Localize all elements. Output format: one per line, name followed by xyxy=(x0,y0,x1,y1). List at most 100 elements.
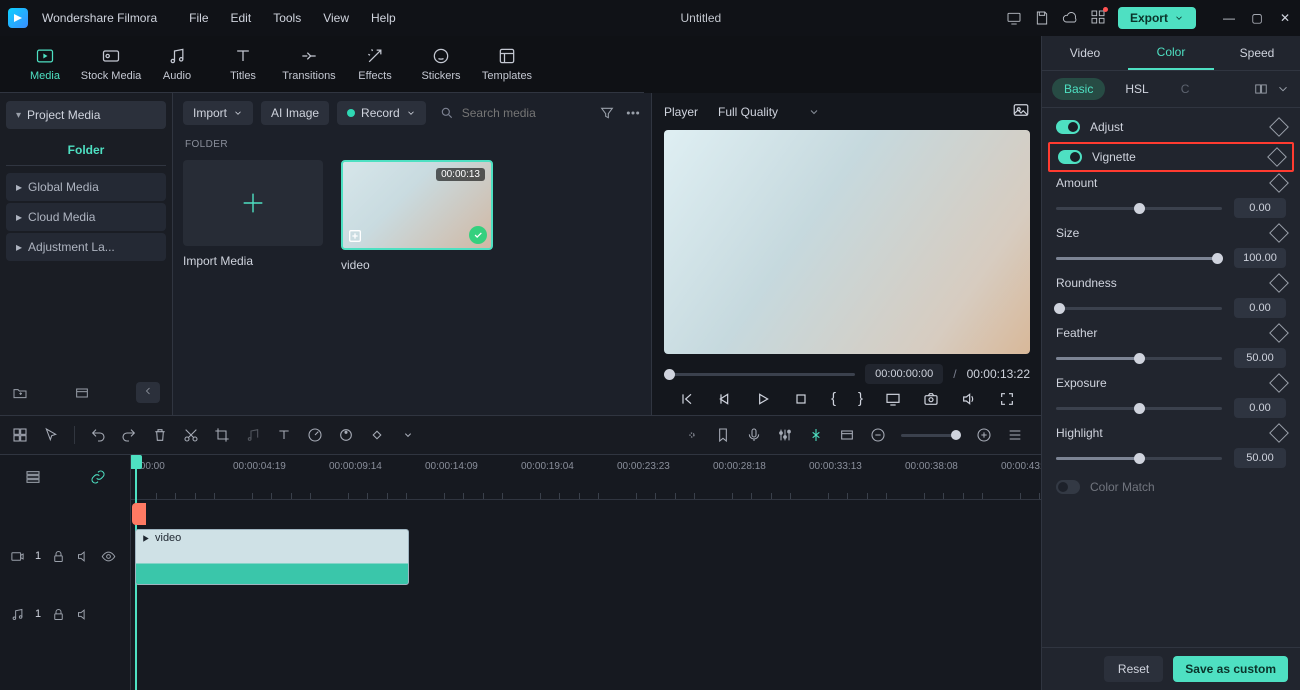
highlight-slider[interactable] xyxy=(1056,457,1222,460)
player-quality-dropdown[interactable]: Full Quality xyxy=(718,105,820,119)
collapse-sidebar-button[interactable] xyxy=(136,382,160,403)
search-input[interactable] xyxy=(460,105,564,121)
sidebar-folder-tab[interactable]: Folder xyxy=(6,135,166,166)
zoom-slider[interactable] xyxy=(901,434,961,437)
menu-edit[interactable]: Edit xyxy=(231,11,252,25)
mark-out-icon[interactable]: } xyxy=(858,390,863,407)
tab-effects[interactable]: Effects xyxy=(342,46,408,82)
volume-icon[interactable] xyxy=(961,391,977,407)
roundness-slider[interactable] xyxy=(1056,307,1222,310)
subtab-basic[interactable]: Basic xyxy=(1052,78,1105,100)
tab-audio[interactable]: Audio xyxy=(144,46,210,82)
stop-icon[interactable] xyxy=(793,391,809,407)
new-folder-icon[interactable] xyxy=(12,385,28,401)
reset-button[interactable]: Reset xyxy=(1104,656,1163,682)
keyframe-icon[interactable] xyxy=(1269,223,1289,243)
ai-image-button[interactable]: AI Image xyxy=(261,101,329,125)
prev-frame-icon[interactable] xyxy=(679,391,695,407)
cloud-icon[interactable] xyxy=(1062,10,1078,26)
keyframe-icon[interactable] xyxy=(1269,173,1289,193)
tab-stock-media[interactable]: Stock Media xyxy=(78,46,144,82)
more-tools-icon[interactable] xyxy=(400,427,416,443)
mute-icon[interactable] xyxy=(76,549,91,564)
new-bin-icon[interactable] xyxy=(74,385,90,401)
apps-icon[interactable] xyxy=(1090,9,1106,25)
roundness-value[interactable]: 0.00 xyxy=(1234,298,1286,318)
lock-icon[interactable] xyxy=(51,549,66,564)
compare-icon[interactable] xyxy=(1254,82,1268,96)
audio-track-header[interactable]: 1 xyxy=(0,585,130,643)
filter-icon[interactable] xyxy=(599,105,615,121)
tab-titles[interactable]: Titles xyxy=(210,46,276,82)
mic-icon[interactable] xyxy=(746,427,762,443)
keyframe-icon[interactable] xyxy=(1269,117,1289,137)
settings-icon[interactable] xyxy=(12,427,28,443)
import-button[interactable]: Import xyxy=(183,101,253,125)
menu-help[interactable]: Help xyxy=(371,11,396,25)
size-slider[interactable] xyxy=(1056,257,1222,260)
timeline-tracks[interactable]: :00:0000:00:04:1900:00:09:1400:00:14:090… xyxy=(131,455,1042,690)
text-icon[interactable] xyxy=(276,427,292,443)
keyframe-icon[interactable] xyxy=(1267,147,1287,167)
close-button[interactable]: ✕ xyxy=(1278,11,1292,25)
search-media[interactable] xyxy=(434,101,591,125)
toggle-vignette[interactable] xyxy=(1058,150,1082,164)
sidebar-item-project-media[interactable]: ▾Project Media xyxy=(6,101,166,129)
minimize-button[interactable]: — xyxy=(1222,11,1236,25)
tracks-view-icon[interactable] xyxy=(1007,427,1023,443)
tab-speed[interactable]: Speed xyxy=(1214,36,1300,70)
menu-view[interactable]: View xyxy=(323,11,349,25)
sidebar-item-adjustment[interactable]: ▸Adjustment La... xyxy=(6,233,166,261)
video-track-header[interactable]: 1 xyxy=(0,527,130,585)
toggle-color-match[interactable] xyxy=(1056,480,1080,494)
menu-file[interactable]: File xyxy=(189,11,208,25)
section-adjust[interactable]: Adjust xyxy=(1042,112,1300,142)
mixer-icon[interactable] xyxy=(777,427,793,443)
exposure-value[interactable]: 0.00 xyxy=(1234,398,1286,418)
feather-slider[interactable] xyxy=(1056,357,1222,360)
subtab-curves[interactable]: C xyxy=(1169,78,1202,100)
export-button[interactable]: Export xyxy=(1118,7,1196,29)
crop-icon[interactable] xyxy=(214,427,230,443)
display-icon[interactable] xyxy=(885,391,901,407)
subtab-hsl[interactable]: HSL xyxy=(1113,78,1160,100)
save-icon[interactable] xyxy=(1034,10,1050,26)
sidebar-item-cloud-media[interactable]: ▸Cloud Media xyxy=(6,203,166,231)
image-icon[interactable] xyxy=(1012,101,1030,119)
tab-video[interactable]: Video xyxy=(1042,36,1128,70)
tab-color[interactable]: Color xyxy=(1128,36,1214,70)
sidebar-item-global-media[interactable]: ▸Global Media xyxy=(6,173,166,201)
keyframe-icon[interactable] xyxy=(1269,423,1289,443)
preview-canvas[interactable] xyxy=(664,130,1030,354)
bookmark-icon[interactable] xyxy=(715,427,731,443)
chevron-down-icon[interactable] xyxy=(1276,82,1290,96)
keyframe-icon[interactable] xyxy=(1269,373,1289,393)
menu-tools[interactable]: Tools xyxy=(273,11,301,25)
razor-icon[interactable] xyxy=(808,427,824,443)
section-color-match[interactable]: Color Match xyxy=(1042,472,1300,502)
feather-value[interactable]: 50.00 xyxy=(1234,348,1286,368)
cut-icon[interactable] xyxy=(183,427,199,443)
pointer-icon[interactable] xyxy=(43,427,59,443)
delete-icon[interactable] xyxy=(152,427,168,443)
device-icon[interactable] xyxy=(1006,10,1022,26)
size-value[interactable]: 100.00 xyxy=(1234,248,1286,268)
mark-in-icon[interactable]: { xyxy=(831,390,836,407)
zoom-in-icon[interactable] xyxy=(976,427,992,443)
exposure-slider[interactable] xyxy=(1056,407,1222,410)
media-clip-thumbnail[interactable]: 00:00:13 video xyxy=(341,160,489,272)
render-icon[interactable] xyxy=(839,427,855,443)
tab-stickers[interactable]: Stickers xyxy=(408,46,474,82)
tab-transitions[interactable]: Transitions xyxy=(276,46,342,82)
save-custom-button[interactable]: Save as custom xyxy=(1173,656,1288,682)
snapshot-icon[interactable] xyxy=(923,391,939,407)
timeline-ruler[interactable]: :00:0000:00:04:1900:00:09:1400:00:14:090… xyxy=(131,455,1042,500)
record-button[interactable]: Record xyxy=(337,101,426,125)
add-to-timeline-icon[interactable] xyxy=(347,228,363,244)
lock-icon[interactable] xyxy=(51,607,66,622)
keyframe-icon[interactable] xyxy=(1269,323,1289,343)
keyframe-icon[interactable] xyxy=(1269,273,1289,293)
redo-icon[interactable] xyxy=(121,427,137,443)
audio-detach-icon[interactable] xyxy=(245,427,261,443)
link-icon[interactable] xyxy=(90,469,106,485)
